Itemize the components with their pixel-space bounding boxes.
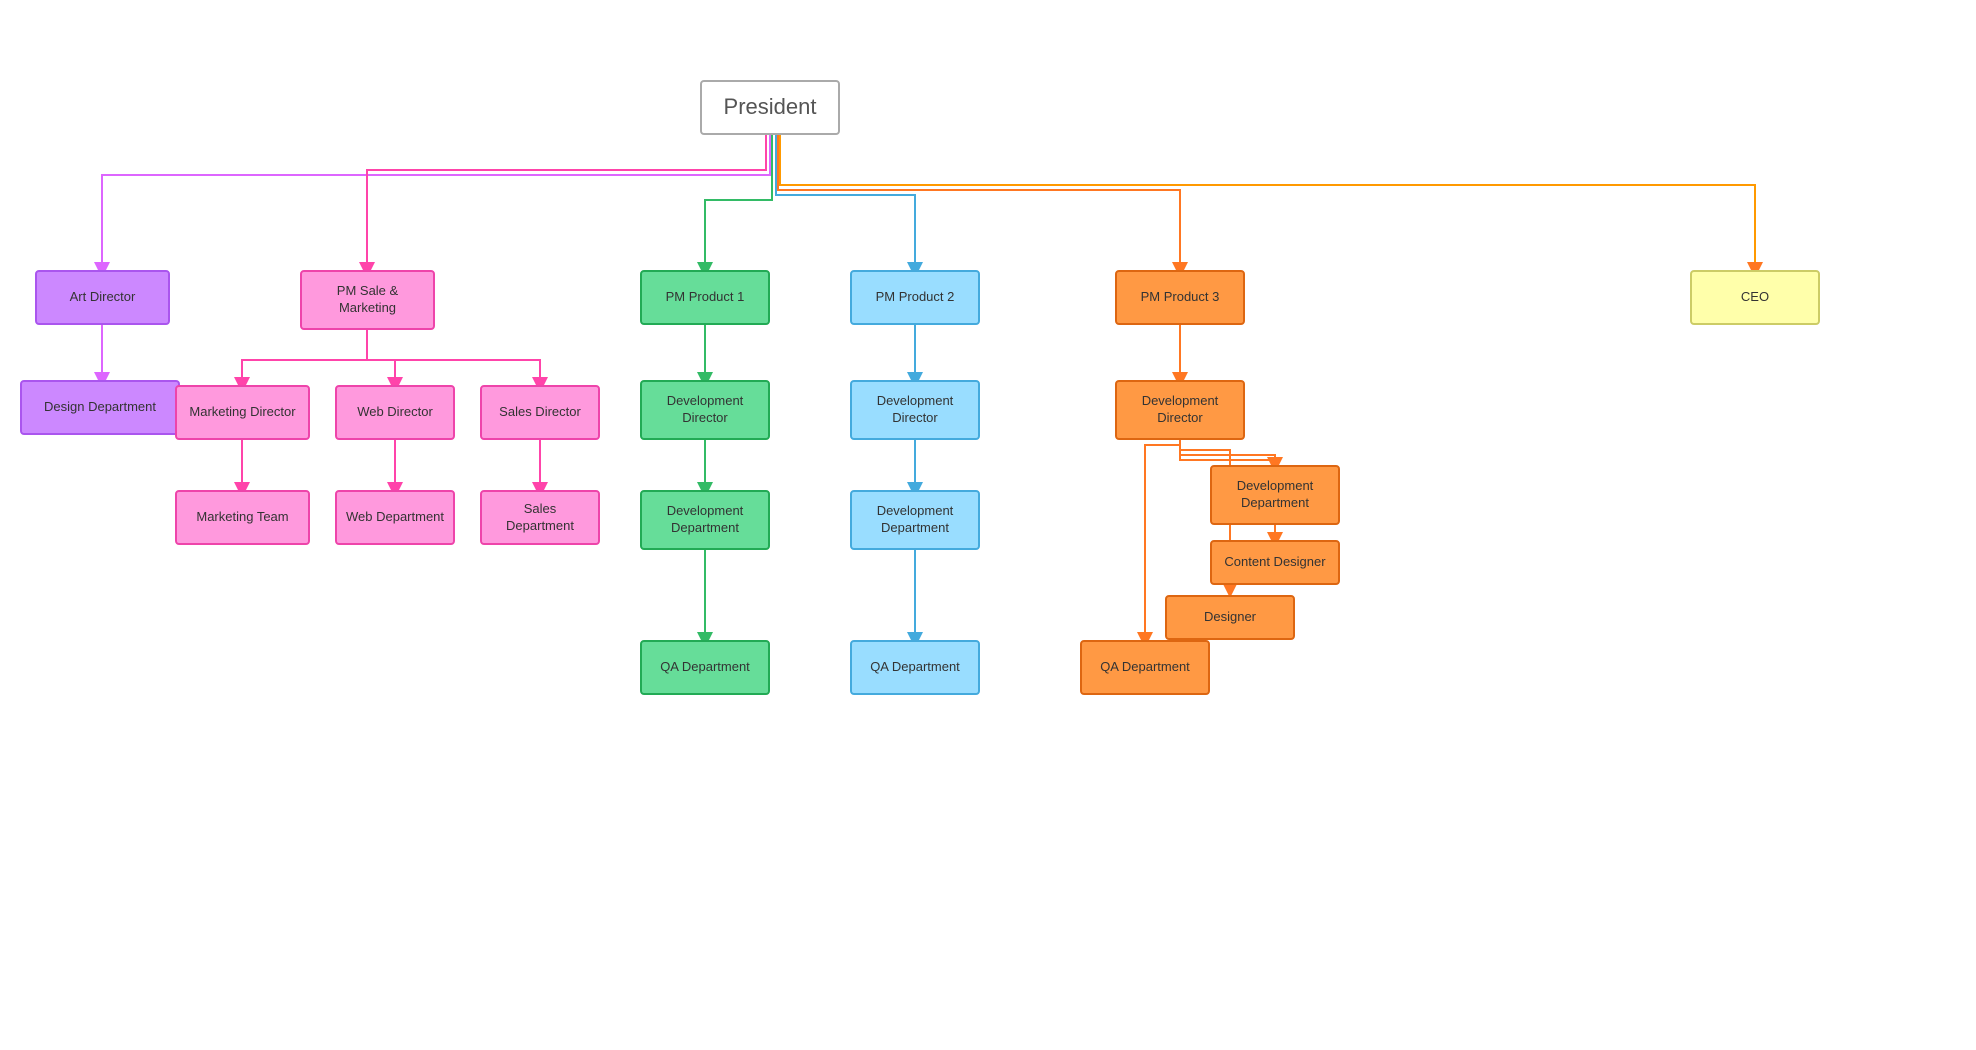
pm-product3-label: PM Product 3 <box>1141 289 1220 306</box>
qa-dept3-node[interactable]: QA Department <box>1080 640 1210 695</box>
ceo-node[interactable]: CEO <box>1690 270 1820 325</box>
sales-dir-node[interactable]: Sales Director <box>480 385 600 440</box>
dev-dept3-node[interactable]: DevelopmentDepartment <box>1210 465 1340 525</box>
web-dir-label: Web Director <box>357 404 433 421</box>
marketing-team-node[interactable]: Marketing Team <box>175 490 310 545</box>
qa-dept1-label: QA Department <box>660 659 750 676</box>
dev-dir1-node[interactable]: DevelopmentDirector <box>640 380 770 440</box>
dev-dept1-node[interactable]: DevelopmentDepartment <box>640 490 770 550</box>
ceo-label: CEO <box>1741 289 1769 306</box>
dev-dir2-node[interactable]: DevelopmentDirector <box>850 380 980 440</box>
president-label: President <box>724 93 817 122</box>
dev-dept3-label: DevelopmentDepartment <box>1237 478 1314 512</box>
dev-dept2-node[interactable]: DevelopmentDepartment <box>850 490 980 550</box>
dev-dir1-label: DevelopmentDirector <box>667 393 744 427</box>
org-chart-canvas: President Art Director Design Department… <box>0 0 1976 1050</box>
dev-dir3-label: DevelopmentDirector <box>1142 393 1219 427</box>
sales-dept-node[interactable]: Sales Department <box>480 490 600 545</box>
art-director-node[interactable]: Art Director <box>35 270 170 325</box>
dev-dir3-node[interactable]: DevelopmentDirector <box>1115 380 1245 440</box>
design-dept-label: Design Department <box>44 399 156 416</box>
web-dir-node[interactable]: Web Director <box>335 385 455 440</box>
web-dept-node[interactable]: Web Department <box>335 490 455 545</box>
content-designer-node[interactable]: Content Designer <box>1210 540 1340 585</box>
designer-label: Designer <box>1204 609 1256 626</box>
web-dept-label: Web Department <box>346 509 444 526</box>
marketing-dir-label: Marketing Director <box>189 404 295 421</box>
content-designer-label: Content Designer <box>1224 554 1325 571</box>
pm-sale-label: PM Sale &Marketing <box>337 283 398 317</box>
dev-dept2-label: DevelopmentDepartment <box>877 503 954 537</box>
designer-node[interactable]: Designer <box>1165 595 1295 640</box>
qa-dept1-node[interactable]: QA Department <box>640 640 770 695</box>
art-director-label: Art Director <box>70 289 136 306</box>
pm-product3-node[interactable]: PM Product 3 <box>1115 270 1245 325</box>
pm-sale-node[interactable]: PM Sale &Marketing <box>300 270 435 330</box>
marketing-team-label: Marketing Team <box>196 509 288 526</box>
pm-product2-node[interactable]: PM Product 2 <box>850 270 980 325</box>
pm-product1-label: PM Product 1 <box>666 289 745 306</box>
dev-dept1-label: DevelopmentDepartment <box>667 503 744 537</box>
president-node[interactable]: President <box>700 80 840 135</box>
qa-dept2-label: QA Department <box>870 659 960 676</box>
sales-dir-label: Sales Director <box>499 404 581 421</box>
pm-product2-label: PM Product 2 <box>876 289 955 306</box>
design-dept-node[interactable]: Design Department <box>20 380 180 435</box>
marketing-dir-node[interactable]: Marketing Director <box>175 385 310 440</box>
sales-dept-label: Sales Department <box>490 501 590 535</box>
dev-dir2-label: DevelopmentDirector <box>877 393 954 427</box>
qa-dept3-label: QA Department <box>1100 659 1190 676</box>
qa-dept2-node[interactable]: QA Department <box>850 640 980 695</box>
pm-product1-node[interactable]: PM Product 1 <box>640 270 770 325</box>
